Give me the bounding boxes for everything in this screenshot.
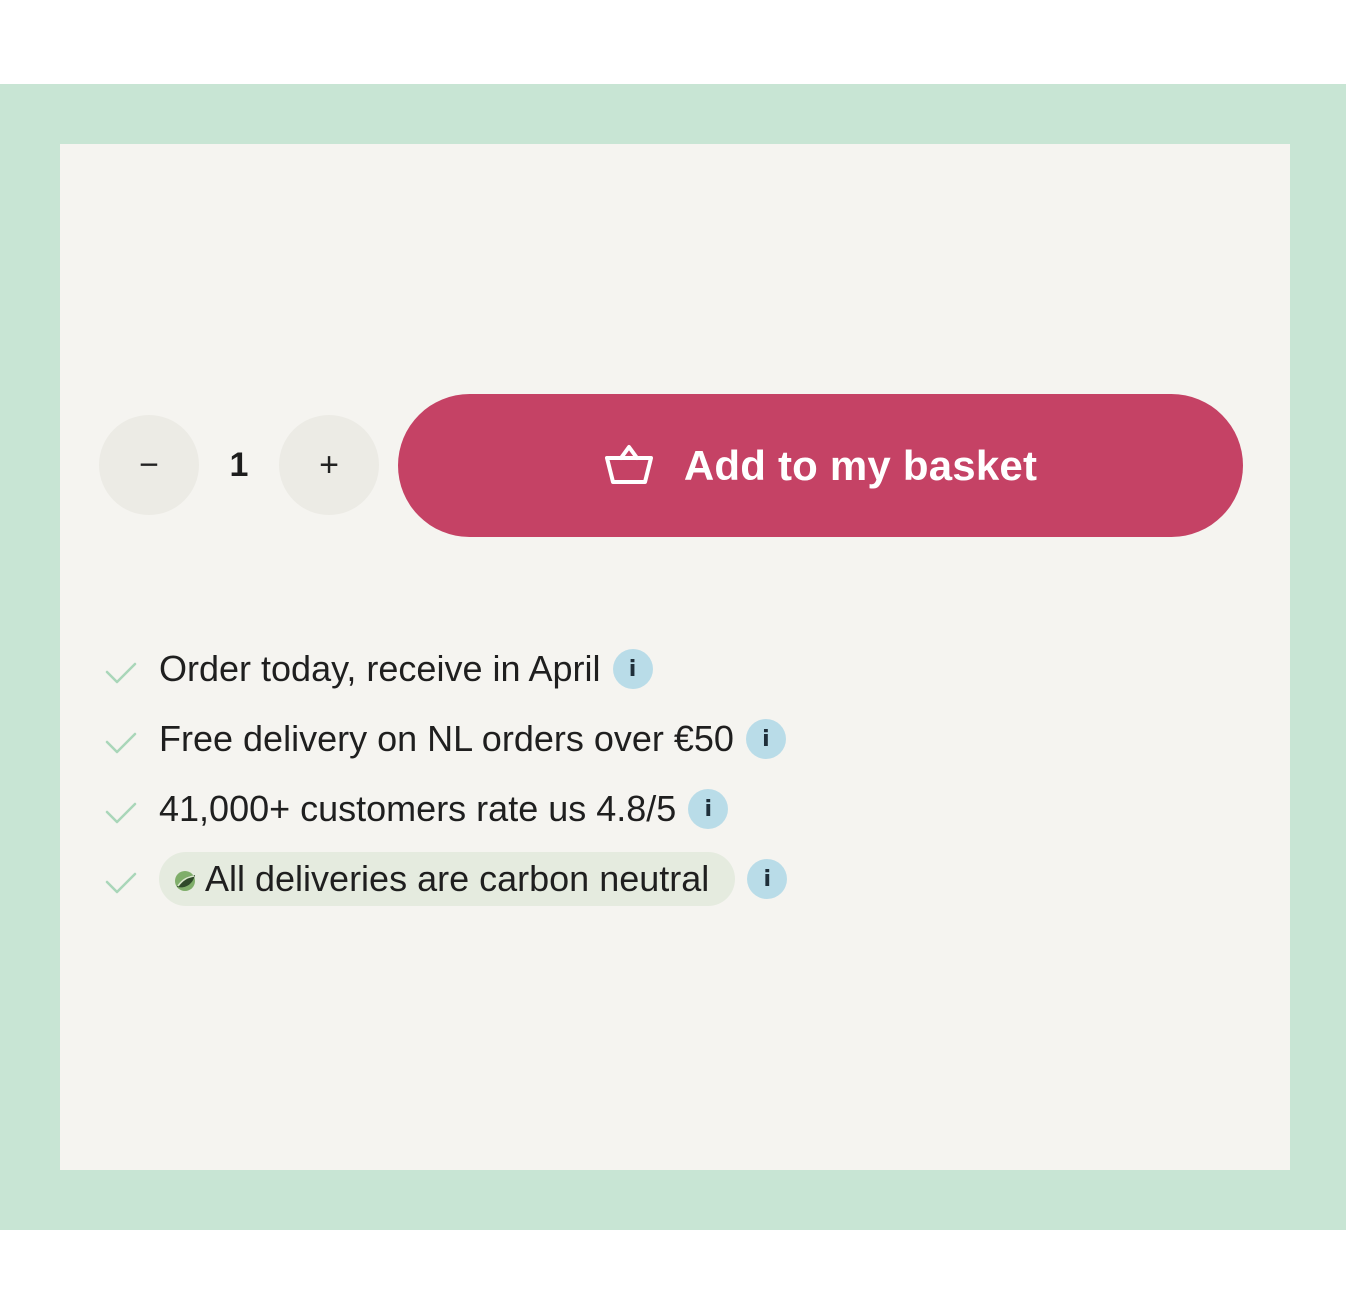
check-icon bbox=[105, 802, 137, 824]
product-purchase-card: − 1 + Add to my basket Order today, rece… bbox=[60, 144, 1290, 1170]
benefit-item-delivery-date: Order today, receive in April i bbox=[104, 634, 787, 704]
info-icon[interactable]: i bbox=[747, 859, 788, 899]
benefit-text: 41,000+ customers rate us 4.8/5 bbox=[159, 788, 677, 829]
page-frame: − 1 + Add to my basket Order today, rece… bbox=[0, 84, 1346, 1230]
add-to-basket-button[interactable]: Add to my basket bbox=[398, 394, 1243, 537]
basket-icon bbox=[604, 444, 653, 484]
leaf-icon bbox=[175, 871, 195, 891]
add-to-basket-label: Add to my basket bbox=[683, 441, 1038, 489]
purchase-row: − 1 + Add to my basket bbox=[99, 394, 1244, 537]
info-icon[interactable]: i bbox=[745, 719, 786, 759]
benefit-item-carbon-neutral: All deliveries are carbon neutral i bbox=[104, 844, 788, 914]
info-icon[interactable]: i bbox=[688, 789, 729, 829]
quantity-value[interactable]: 1 bbox=[199, 415, 279, 515]
benefit-item-customer-rating: 41,000+ customers rate us 4.8/5 i bbox=[104, 774, 787, 844]
check-icon bbox=[105, 732, 137, 754]
info-icon[interactable]: i bbox=[612, 649, 653, 689]
benefit-text: Order today, receive in April bbox=[159, 648, 601, 689]
check-icon bbox=[105, 662, 137, 684]
carbon-neutral-badge: All deliveries are carbon neutral bbox=[159, 852, 736, 906]
benefit-item-free-delivery: Free delivery on NL orders over €50 i bbox=[104, 704, 787, 774]
plus-icon: + bbox=[319, 446, 339, 484]
benefit-text: Free delivery on NL orders over €50 bbox=[159, 718, 734, 759]
minus-icon: − bbox=[139, 446, 159, 484]
decrement-quantity-button[interactable]: − bbox=[99, 415, 199, 515]
benefits-list: Order today, receive in April i Free del… bbox=[104, 634, 788, 914]
benefit-text: All deliveries are carbon neutral bbox=[205, 858, 710, 899]
increment-quantity-button[interactable]: + bbox=[279, 415, 379, 515]
check-icon bbox=[105, 872, 137, 894]
